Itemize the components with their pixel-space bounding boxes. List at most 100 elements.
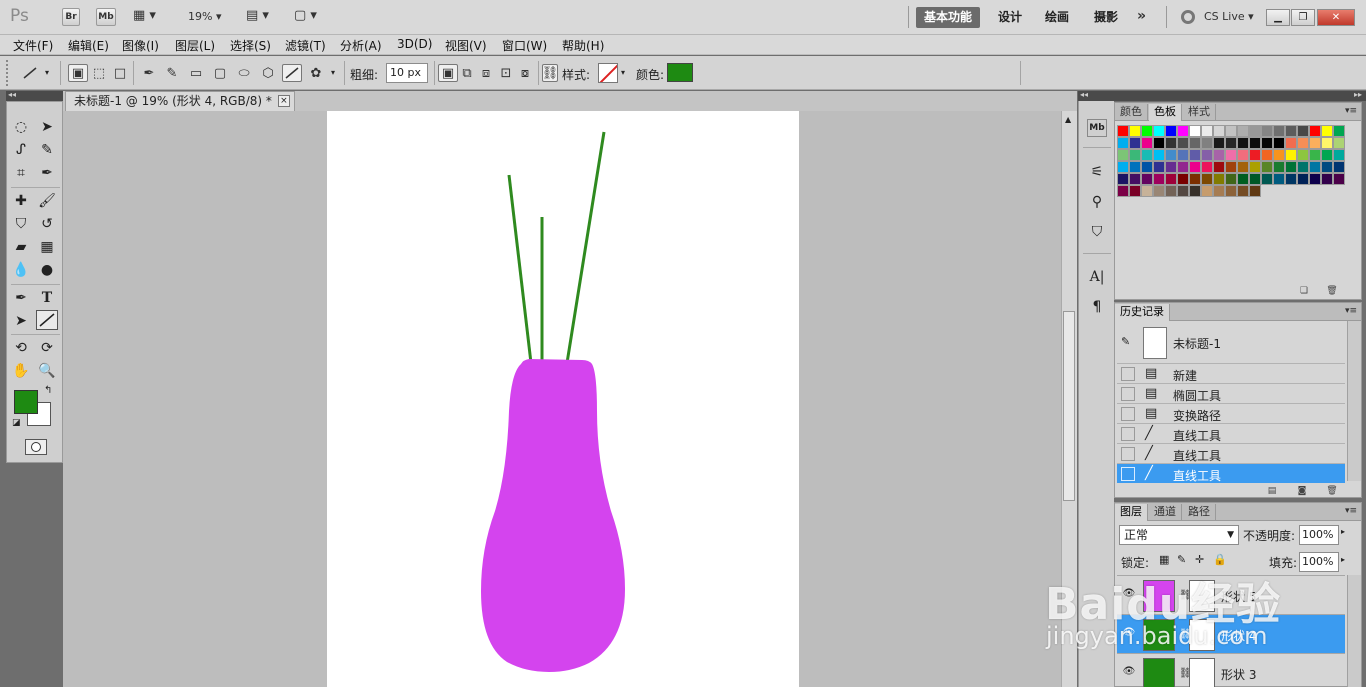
color-swatch[interactable] [1225,173,1237,185]
color-swatch[interactable] [1141,161,1153,173]
color-swatch[interactable] [1321,173,1333,185]
fill-input[interactable]: 100% [1299,552,1339,572]
polygon-icon[interactable]: ⬡ [258,64,278,82]
color-swatch[interactable] [1177,125,1189,137]
screen-mode-button[interactable]: ▢ ▾ [294,8,317,23]
history-brush-source-box[interactable] [1121,407,1135,421]
gradient-tool-icon[interactable]: ▦ [36,237,58,257]
history-brush-source-box[interactable] [1121,387,1135,401]
color-swatch[interactable] [1333,173,1345,185]
color-swatch[interactable] [1177,161,1189,173]
color-swatch[interactable] [1237,173,1249,185]
color-swatch[interactable] [1129,173,1141,185]
spot-healing-tool-icon[interactable]: ✚ [10,191,32,211]
history-brush-source-box[interactable] [1121,427,1135,441]
pen-tool-icon[interactable]: ✒ [10,288,32,308]
view-extras-button[interactable]: ▦ ▾ [133,8,156,23]
history-step[interactable]: ╱ 直线工具 [1117,443,1345,463]
color-swatch[interactable] [1309,173,1321,185]
color-swatch[interactable] [1129,161,1141,173]
quick-selection-tool-icon[interactable]: ✎ [36,140,58,160]
new-snapshot-icon[interactable]: ◙ [1295,485,1309,497]
color-swatch[interactable] [1237,161,1249,173]
tool-preset-picker[interactable] [20,64,40,82]
color-swatch[interactable] [1249,173,1261,185]
lock-pixels-icon[interactable]: ✎ [1177,553,1186,566]
color-swatch[interactable] [1141,137,1153,149]
color-swatch[interactable] [1249,137,1261,149]
eyedropper-tool-icon[interactable]: ✒ [36,163,58,183]
history-step[interactable]: ▤ 新建 [1117,363,1345,383]
color-swatch[interactable] [1165,185,1177,197]
color-swatch[interactable] [1201,137,1213,149]
color-swatch[interactable] [1225,161,1237,173]
clone-source-icon[interactable]: ⛉ [1085,221,1109,243]
workspace-design[interactable]: 设计 [990,7,1030,28]
tab-layers[interactable]: 图层 [1115,504,1148,521]
color-swatch[interactable] [1165,173,1177,185]
opacity-input[interactable]: 100% [1299,525,1339,545]
color-swatch[interactable] [1237,125,1249,137]
tab-paths[interactable]: 路径 [1183,504,1216,521]
panels-header[interactable]: ▸▸ [1114,90,1366,101]
style-picker[interactable] [598,63,618,83]
color-swatch[interactable] [1141,149,1153,161]
color-swatch[interactable] [1153,149,1165,161]
mini-bridge-icon[interactable]: Mb [1087,119,1107,137]
color-swatch[interactable] [1297,173,1309,185]
menu-help[interactable]: 帮助(H) [562,37,604,54]
weight-input[interactable]: 10 px [386,63,428,83]
clone-stamp-tool-icon[interactable]: ⛉ [10,214,32,234]
color-swatch[interactable] [1273,173,1285,185]
rounded-rectangle-icon[interactable]: ▢ [210,64,230,82]
color-swatch[interactable] [1249,125,1261,137]
color-swatch[interactable] [1309,137,1321,149]
color-swatch[interactable] [1225,149,1237,161]
exclude-overlap-icon[interactable]: ⧇ [515,64,535,82]
color-swatch[interactable] [1177,173,1189,185]
scrollbar-thumb[interactable] [1063,311,1075,501]
rectangle-icon[interactable]: ▭ [186,64,206,82]
color-swatch[interactable] [1249,149,1261,161]
foreground-color-swatch[interactable] [14,390,38,414]
bridge-button[interactable]: Br [62,8,80,26]
color-swatch[interactable] [1285,125,1297,137]
toolbox-header[interactable]: ◂◂ [6,90,63,101]
color-swatch[interactable] [1225,125,1237,137]
lock-all-icon[interactable]: 🔒 [1213,553,1227,566]
color-swatch[interactable] [1117,137,1129,149]
color-swatch[interactable] [1249,185,1261,197]
color-swatch[interactable] [1297,137,1309,149]
3d-orbit-tool-icon[interactable]: ⟳ [36,338,58,358]
menu-analysis[interactable]: 分析(A) [340,37,382,54]
color-swatch[interactable] [1165,125,1177,137]
history-step[interactable]: ▤ 变换路径 [1117,403,1345,423]
color-swatch[interactable] [1189,137,1201,149]
panel-menu-icon[interactable]: ▾≡ [1345,106,1357,116]
color-swatch[interactable] [1129,125,1141,137]
color-swatch[interactable] [1225,137,1237,149]
color-swatch[interactable] [1321,161,1333,173]
menu-image[interactable]: 图像(I) [122,37,159,54]
color-swatch[interactable] [1177,185,1189,197]
color-swatch[interactable] [1213,125,1225,137]
color-swatch[interactable] [1309,161,1321,173]
more-workspaces-button[interactable]: » [1137,8,1146,24]
panel-dock-header[interactable]: ◂◂ [1078,90,1114,101]
character-panel-icon[interactable]: A| [1085,266,1109,288]
color-swatch[interactable] [1261,149,1273,161]
menu-filter[interactable]: 滤镜(T) [285,37,326,54]
color-swatch[interactable] [1165,137,1177,149]
close-document-icon[interactable]: × [277,95,290,107]
close-window-button[interactable]: ✕ [1317,9,1355,26]
history-brush-tool-icon[interactable]: ↺ [36,214,58,234]
color-swatch[interactable] [1273,125,1285,137]
layers-scrollbar[interactable] [1347,575,1361,687]
move-tool-icon[interactable]: ➤ [36,117,58,137]
line-shape-icon[interactable] [282,64,302,82]
tab-styles[interactable]: 样式 [1183,104,1216,121]
history-scrollbar[interactable] [1347,321,1361,481]
tab-history[interactable]: 历史记录 [1115,304,1170,321]
color-swatch[interactable] [1237,185,1249,197]
menu-window[interactable]: 窗口(W) [502,37,547,54]
